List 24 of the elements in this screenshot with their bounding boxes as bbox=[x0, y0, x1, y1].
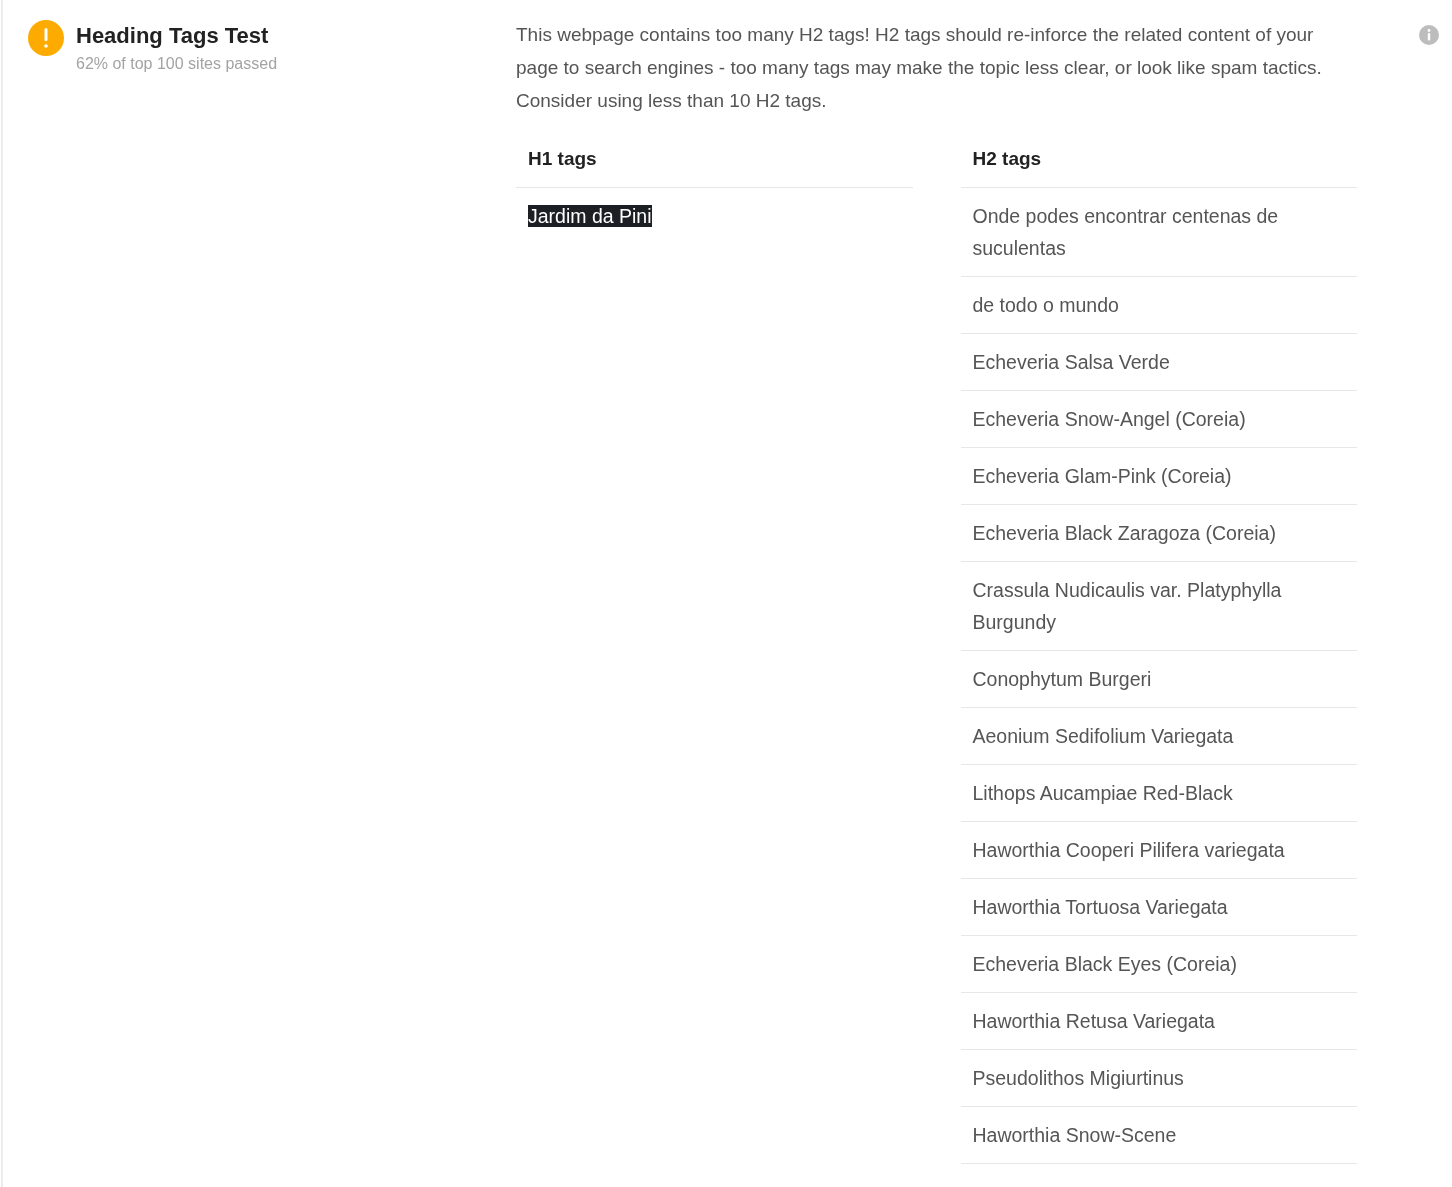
heading-tag-text: Haworthia Cooperi Pilifera variegata bbox=[972, 839, 1285, 861]
heading-tag-text: Jardim da Pini bbox=[528, 205, 652, 227]
heading-tag-text: Haworthia Snow-Scene bbox=[972, 1124, 1177, 1146]
test-title: Heading Tags Test bbox=[76, 22, 270, 50]
column-heading: H2 tags bbox=[960, 139, 1357, 188]
description-text: This webpage contains too many H2 tags! H2 tags should re-inforce the related content of your page to search engines - too many tags may make the topic less clear, or look like spam tactics. Consider using less than 10 H2 tags. bbox=[516, 23, 1323, 113]
heading-tag-text: Conophytum Burgeri bbox=[972, 668, 1152, 690]
heading-tag-text: Echeveria Black Zaragoza (Coreia) bbox=[972, 522, 1276, 544]
heading-tag-text: Pseudolithos Migiurtinus bbox=[972, 1067, 1184, 1089]
heading-tag-text: Crassula Nudicaulis var. Platyphylla Burgundy bbox=[972, 579, 1282, 633]
info-icon[interactable] bbox=[1419, 25, 1439, 45]
heading-tag-text: Haworthia Tortuosa Variegata bbox=[972, 896, 1228, 918]
heading-tag-text: de todo o mundo bbox=[972, 294, 1119, 316]
heading-tag-text: Haworthia Retusa Variegata bbox=[972, 1010, 1215, 1032]
heading-tag-text: Echeveria Black Eyes (Coreia) bbox=[972, 953, 1237, 975]
heading-tag-text: Onde podes encontrar centenas de suculentas bbox=[972, 205, 1279, 259]
heading-tag-text: Echeveria Salsa Verde bbox=[972, 351, 1170, 373]
warning-icon bbox=[28, 20, 64, 56]
heading-tag-text: Echeveria Snow-Angel (Coreia) bbox=[972, 408, 1246, 430]
heading-tag-text: Aeonium Sedifolium Variegata bbox=[972, 725, 1234, 747]
column-heading: H1 tags bbox=[516, 139, 913, 188]
heading-tag-text: Lithops Aucampiae Red-Black bbox=[972, 782, 1233, 804]
pass-rate-text: 62% of top 100 sites passed bbox=[76, 55, 278, 73]
heading-tag-text: Echeveria Glam-Pink (Coreia) bbox=[972, 465, 1232, 487]
